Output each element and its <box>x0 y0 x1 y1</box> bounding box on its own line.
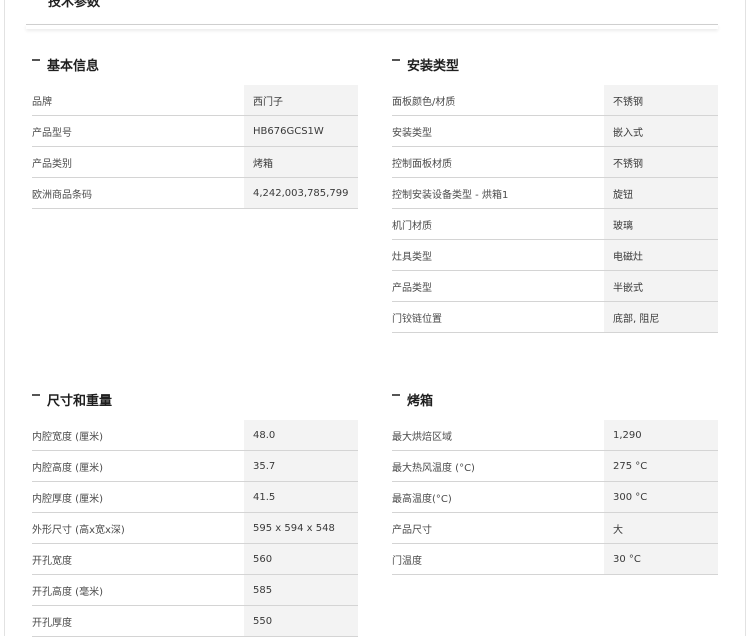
spec-row: 控制安装设备类型 - 烘箱1 旋钮 <box>392 178 718 209</box>
spec-value: 不锈钢 <box>604 85 718 115</box>
spec-row: 内腔高度 (厘米) 35.7 <box>32 451 358 482</box>
spec-row: 欧洲商品条码 4,242,003,785,799 <box>32 178 358 209</box>
spec-value: 41.5 <box>244 482 358 512</box>
spec-label: 灶具类型 <box>392 251 432 263</box>
spec-row: 产品类型 半嵌式 <box>392 271 718 302</box>
spec-row: 开孔宽度 560 <box>32 544 358 575</box>
spec-label: 产品类型 <box>392 282 432 294</box>
spec-row: 灶具类型 电磁灶 <box>392 240 718 271</box>
spec-label: 品牌 <box>32 96 52 108</box>
spec-label: 最高温度(°C) <box>392 493 452 505</box>
spec-value: 不锈钢 <box>604 147 718 177</box>
spec-label: 控制安装设备类型 - 烘箱1 <box>392 189 509 201</box>
spec-row: 开孔高度 (毫米) 585 <box>32 575 358 606</box>
spec-value: 550 <box>244 606 358 636</box>
spec-label: 欧洲商品条码 <box>32 189 92 201</box>
spec-row: 开孔厚度 550 <box>32 606 358 637</box>
spec-label: 产品尺寸 <box>392 524 432 536</box>
section-title: 安装类型 <box>407 58 460 74</box>
spec-value: HB676GCS1W <box>244 116 358 146</box>
spec-value: 半嵌式 <box>604 271 718 301</box>
spec-label: 控制面板材质 <box>392 158 452 170</box>
spec-row: 机门材质 玻璃 <box>392 209 718 240</box>
section-dimensions-weight: 尺寸和重量 内腔宽度 (厘米) 48.0 内腔高度 (厘米) 35.7 内腔厚度 (… <box>32 389 358 637</box>
spec-row: 控制面板材质 不锈钢 <box>392 147 718 178</box>
spec-label: 内腔厚度 (厘米) <box>32 493 103 505</box>
section-header: 基本信息 <box>32 54 358 74</box>
spec-row: 产品型号 HB676GCS1W <box>32 116 358 147</box>
section-oven: 烤箱 最大烘焙区域 1,290 最大热风温度 (°C) 275 °C 最高温度(°C… <box>392 389 718 575</box>
spec-row: 产品类别 烤箱 <box>32 147 358 178</box>
section-basic-info: 基本信息 品牌 西门子 产品型号 HB676GCS1W 产品类别 烤箱 欧洲商品条码 4… <box>32 54 358 209</box>
section-installation-type: 安装类型 面板颜色/材质 不锈钢 安装类型 嵌入式 控制面板材质 不锈钢 控制安装设备… <box>392 54 718 333</box>
spec-label: 内腔高度 (厘米) <box>32 462 103 474</box>
section-header: 安装类型 <box>392 54 718 74</box>
section-dash-icon <box>32 394 40 396</box>
spec-label: 产品类别 <box>32 158 72 170</box>
spec-value: 35.7 <box>244 451 358 481</box>
spec-value: 玻璃 <box>604 209 718 239</box>
spec-row: 面板颜色/材质 不锈钢 <box>392 85 718 116</box>
spec-value: 560 <box>244 544 358 574</box>
spec-row: 外形尺寸 (高x宽x深) 595 x 594 x 548 <box>32 513 358 544</box>
spec-value: 585 <box>244 575 358 605</box>
page-title: 技术参数 <box>48 0 101 10</box>
spec-label: 机门材质 <box>392 220 432 232</box>
spec-value: 烤箱 <box>244 147 358 177</box>
spec-value: 旋钮 <box>604 178 718 208</box>
spec-row: 最大烘焙区域 1,290 <box>392 420 718 451</box>
spec-label: 外形尺寸 (高x宽x深) <box>32 524 125 536</box>
spec-value: 西门子 <box>244 85 358 115</box>
spec-value: 275 °C <box>604 451 718 481</box>
spec-row: 最大热风温度 (°C) 275 °C <box>392 451 718 482</box>
spec-row: 内腔宽度 (厘米) 48.0 <box>32 420 358 451</box>
spec-row: 最高温度(°C) 300 °C <box>392 482 718 513</box>
spec-label: 安装类型 <box>392 127 432 139</box>
spec-value: 电磁灶 <box>604 240 718 270</box>
section-header: 烤箱 <box>392 389 718 409</box>
section-dash-icon <box>32 59 40 61</box>
spec-value: 4,242,003,785,799 <box>244 178 358 208</box>
spec-label: 开孔高度 (毫米) <box>32 586 103 598</box>
spec-label: 内腔宽度 (厘米) <box>32 431 103 443</box>
section-dash-icon <box>392 394 400 396</box>
section-title: 烤箱 <box>407 393 434 409</box>
spec-row: 产品尺寸 大 <box>392 513 718 544</box>
spec-label: 最大烘焙区域 <box>392 431 452 443</box>
section-title: 尺寸和重量 <box>47 393 113 409</box>
spec-label: 门温度 <box>392 555 422 567</box>
section-dash-icon <box>392 59 400 61</box>
spec-value: 嵌入式 <box>604 116 718 146</box>
spec-row: 内腔厚度 (厘米) 41.5 <box>32 482 358 513</box>
spec-label: 开孔厚度 <box>32 617 72 629</box>
spec-label: 产品型号 <box>32 127 72 139</box>
spec-row: 门铰链位置 底部, 阻尼 <box>392 302 718 333</box>
spec-row: 门温度 30 °C <box>392 544 718 575</box>
spec-label: 开孔宽度 <box>32 555 72 567</box>
spec-value: 595 x 594 x 548 <box>244 513 358 543</box>
spec-value: 底部, 阻尼 <box>604 302 718 332</box>
spec-value: 大 <box>604 513 718 543</box>
spec-row: 品牌 西门子 <box>32 85 358 116</box>
spec-value: 1,290 <box>604 420 718 450</box>
section-header: 尺寸和重量 <box>32 389 358 409</box>
spec-value: 30 °C <box>604 544 718 574</box>
spec-label: 最大热风温度 (°C) <box>392 462 475 474</box>
spec-value: 300 °C <box>604 482 718 512</box>
spec-label: 面板颜色/材质 <box>392 96 456 108</box>
spec-row: 安装类型 嵌入式 <box>392 116 718 147</box>
section-title: 基本信息 <box>47 58 100 74</box>
title-divider <box>26 24 718 29</box>
spec-label: 门铰链位置 <box>392 313 442 325</box>
spec-value: 48.0 <box>244 420 358 450</box>
